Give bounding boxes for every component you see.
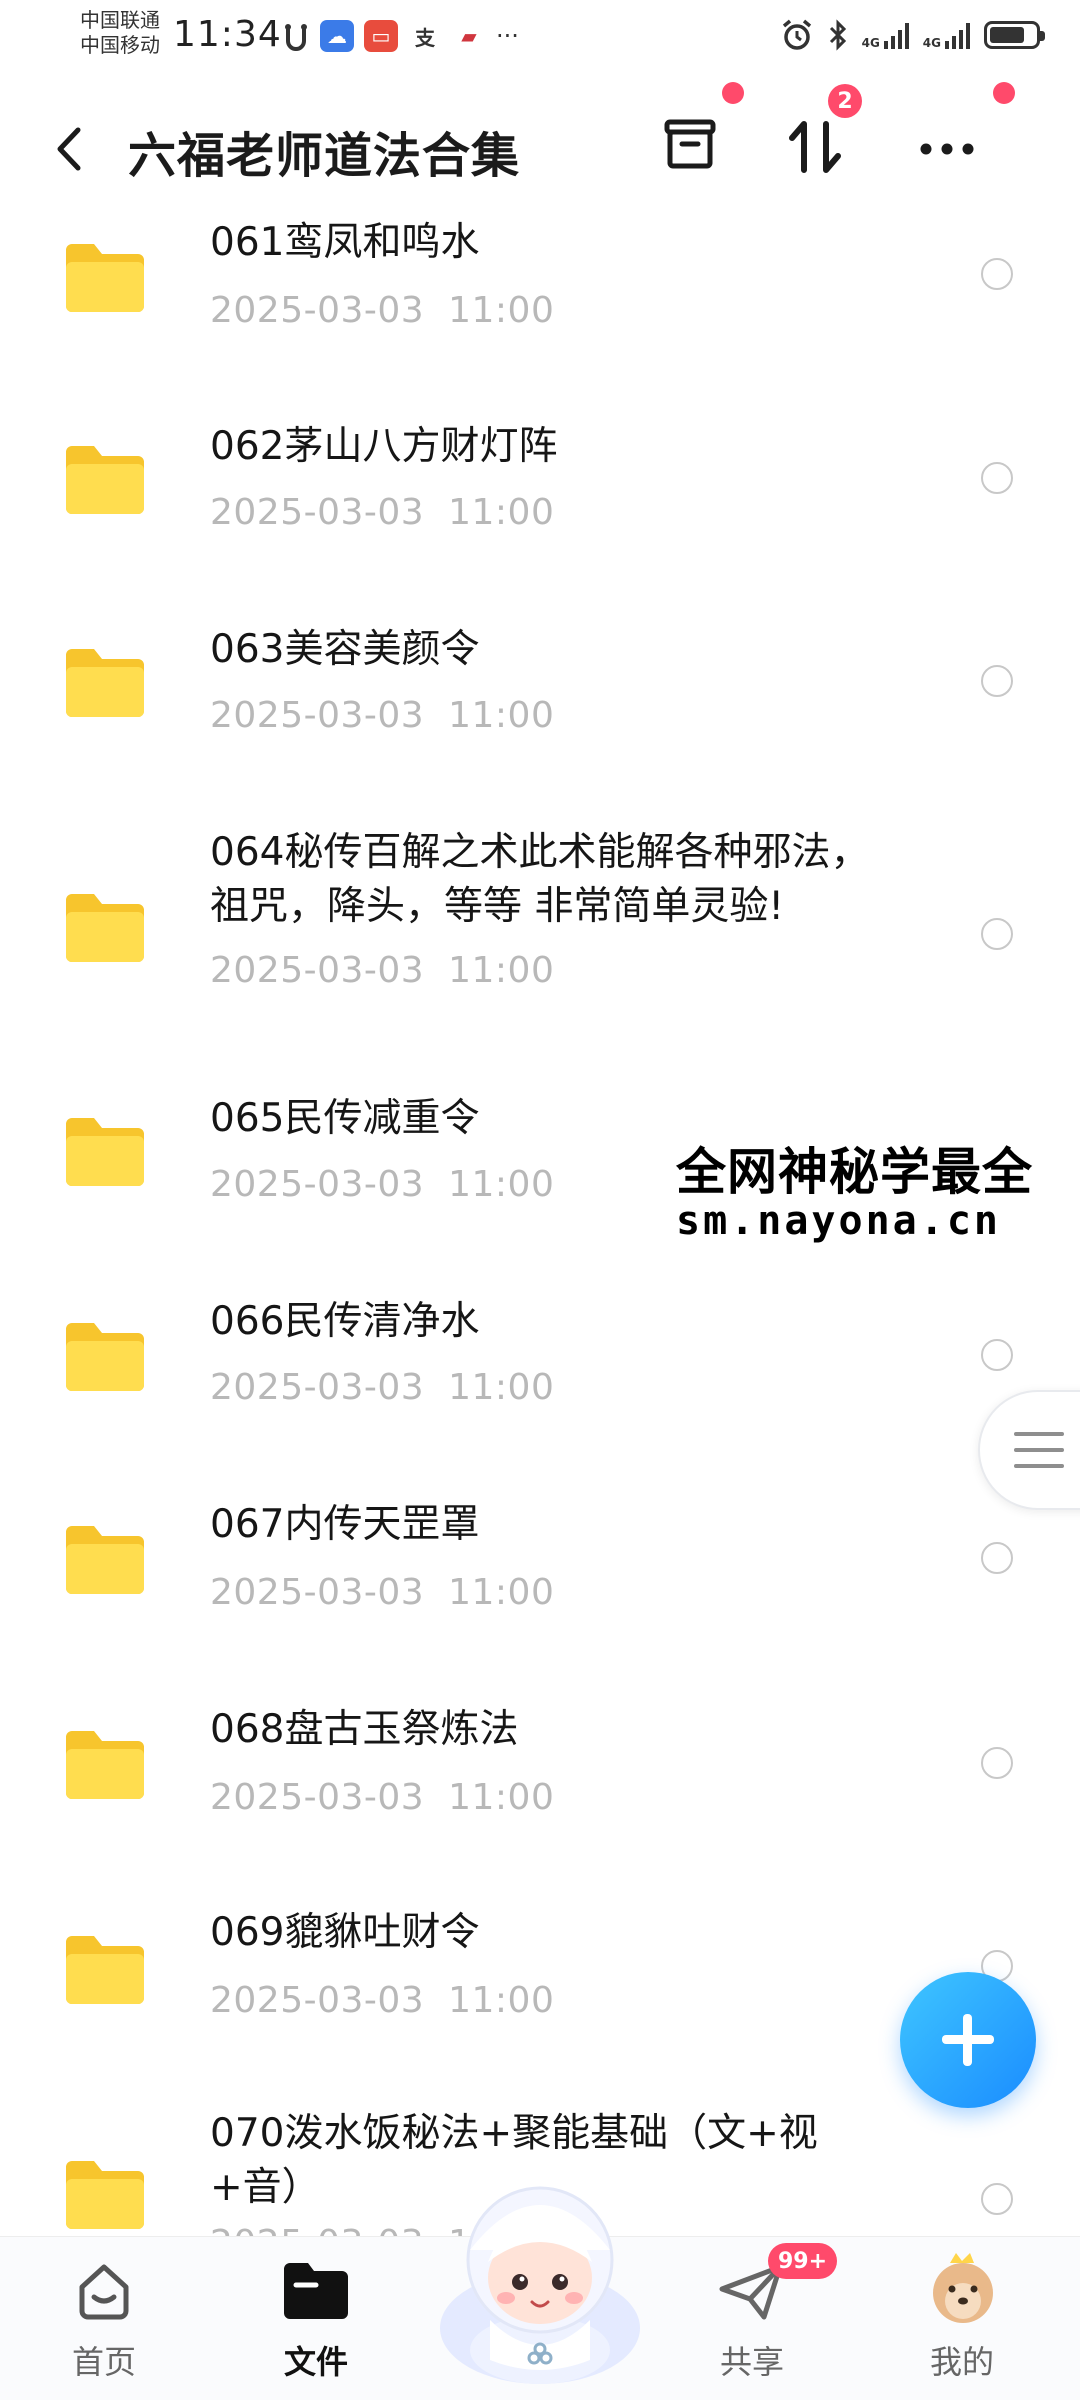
list-item[interactable]: 062茅山八方财灯阵 2025-03-03 11:00 <box>0 416 1080 619</box>
select-radio[interactable] <box>981 1542 1013 1574</box>
baidu-netdisk-app-icon: ☁ <box>320 20 354 52</box>
folder-icon <box>66 1118 144 1186</box>
battery-icon <box>984 21 1045 49</box>
file-date: 2025-03-03 11:00 <box>210 1777 555 1818</box>
watermark-line-2: sm.nayona.cn <box>676 1198 1001 1244</box>
sort-count-badge: 2 <box>828 84 862 118</box>
archive-icon[interactable] <box>655 112 725 182</box>
avatar <box>933 2253 993 2323</box>
watermark-line-1: 全网神秘学最全 <box>676 1143 1033 1201</box>
select-radio[interactable] <box>981 258 1013 290</box>
file-name: 062茅山八方财灯阵 <box>210 424 558 469</box>
select-radio[interactable] <box>981 918 1013 950</box>
menu-line <box>1014 1464 1064 1468</box>
alipay-app-icon: 支 <box>408 20 442 52</box>
nav-share[interactable]: 99+ 共享 <box>672 2237 838 2400</box>
alarm-clock-icon <box>782 19 811 50</box>
system-icons: 4G 4G <box>780 18 1045 52</box>
bluetooth-icon <box>829 19 846 51</box>
select-radio[interactable] <box>981 462 1013 494</box>
folder-icon <box>66 446 144 514</box>
nav-me-label: 我的 <box>929 2343 994 2381</box>
folder-icon <box>66 244 144 312</box>
alarm-app-icon <box>285 24 307 51</box>
back-arrow-icon[interactable] <box>50 124 90 174</box>
nav-home-label: 首页 <box>71 2343 136 2381</box>
folder-icon <box>66 1731 144 1799</box>
nav-me[interactable]: 我的 <box>882 2237 1042 2400</box>
folder-icon <box>66 1526 144 1594</box>
file-date: 2025-03-03 11:00 <box>210 1164 555 1205</box>
watermark-overlay: 全网神秘学最全 sm.nayona.cn <box>674 1130 1080 1260</box>
file-date: 2025-03-03 11:00 <box>210 492 555 533</box>
carrier-2: 中国移动 <box>80 33 160 57</box>
list-item[interactable]: 068盘古玉祭炼法 2025-03-03 11:00 <box>0 1689 1080 1892</box>
signal-sim1-icon: 4G <box>862 21 909 49</box>
list-item[interactable]: 064秘传百解之术此术能解各种邪法，祖咒，降头，等等 非常简单灵验! 2025-… <box>0 822 1080 1080</box>
file-date: 2025-03-03 11:00 <box>210 950 555 991</box>
folder-icon <box>66 1323 144 1391</box>
file-date: 2025-03-03 11:00 <box>210 1980 555 2021</box>
network-type-2: 4G <box>922 36 941 50</box>
nav-home[interactable]: 首页 <box>24 2237 184 2400</box>
add-button[interactable] <box>900 1972 1036 2108</box>
nav-files[interactable]: 文件 <box>236 2237 396 2400</box>
share-badge: 99+ <box>768 2243 838 2279</box>
menu-line <box>1014 1448 1064 1452</box>
select-radio[interactable] <box>981 2183 1013 2215</box>
folder-icon <box>66 894 144 962</box>
mascot-assistant-icon[interactable] <box>430 2150 650 2390</box>
archive-notification-dot <box>722 82 744 104</box>
book-app-icon: ▰ <box>452 20 486 52</box>
more-notification-dot <box>993 82 1015 104</box>
file-name: 064秘传百解之术此术能解各种邪法，祖咒，降头，等等 非常简单灵验! <box>210 830 870 929</box>
clock: 11:34 <box>173 14 282 55</box>
file-name: 068盘古玉祭炼法 <box>210 1707 519 1752</box>
red-app-icon: ▭ <box>364 20 398 52</box>
list-item[interactable]: 066民传清净水 2025-03-03 11:00 <box>0 1283 1080 1486</box>
folder-icon <box>66 1936 144 2004</box>
select-radio[interactable] <box>981 1747 1013 1779</box>
folder-icon <box>66 649 144 717</box>
page-title: 六福老师道法合集 <box>128 128 521 184</box>
list-item[interactable]: 061鸾凤和鸣水 2025-03-03 11:00 <box>0 216 1080 416</box>
list-item[interactable]: 063美容美颜令 2025-03-03 11:00 <box>0 619 1080 822</box>
select-radio[interactable] <box>981 665 1013 697</box>
file-name: 063美容美颜令 <box>210 627 480 672</box>
top-bar: 六福老师道法合集 2 <box>0 76 1080 216</box>
sort-icon[interactable] <box>780 112 850 182</box>
nav-files-label: 文件 <box>283 2343 348 2381</box>
more-notifications-icon: ··· <box>496 22 519 50</box>
network-type-1: 4G <box>861 36 880 50</box>
file-name: 067内传天罡罩 <box>210 1502 480 1547</box>
file-name: 069貔貅吐财令 <box>210 1910 480 1955</box>
files-icon <box>284 2263 348 2319</box>
signal-sim2-icon: 4G <box>923 21 970 49</box>
file-name: 061鸾凤和鸣水 <box>210 220 480 265</box>
file-date: 2025-03-03 11:00 <box>210 1572 555 1613</box>
file-date: 2025-03-03 11:00 <box>210 695 555 736</box>
select-radio[interactable] <box>981 1339 1013 1371</box>
more-options-icon[interactable] <box>912 112 982 182</box>
home-icon <box>79 2264 129 2320</box>
file-name: 066民传清净水 <box>210 1299 480 1344</box>
folder-icon <box>66 2161 144 2229</box>
status-bar: 中国联通 中国移动 11:34 ☁ ▭ 支 ▰ ··· 4G 4G <box>0 0 1080 76</box>
notification-icons: ☁ ▭ 支 ▰ ··· <box>282 20 519 52</box>
carrier-info: 中国联通 中国移动 <box>80 8 160 58</box>
nav-share-label: 共享 <box>719 2343 784 2381</box>
file-date: 2025-03-03 11:00 <box>210 1367 555 1408</box>
menu-line <box>1014 1432 1064 1436</box>
list-item[interactable]: 067内传天罡罩 2025-03-03 11:00 <box>0 1486 1080 1689</box>
carrier-1: 中国联通 <box>80 8 160 32</box>
file-date: 2025-03-03 11:00 <box>210 290 555 331</box>
